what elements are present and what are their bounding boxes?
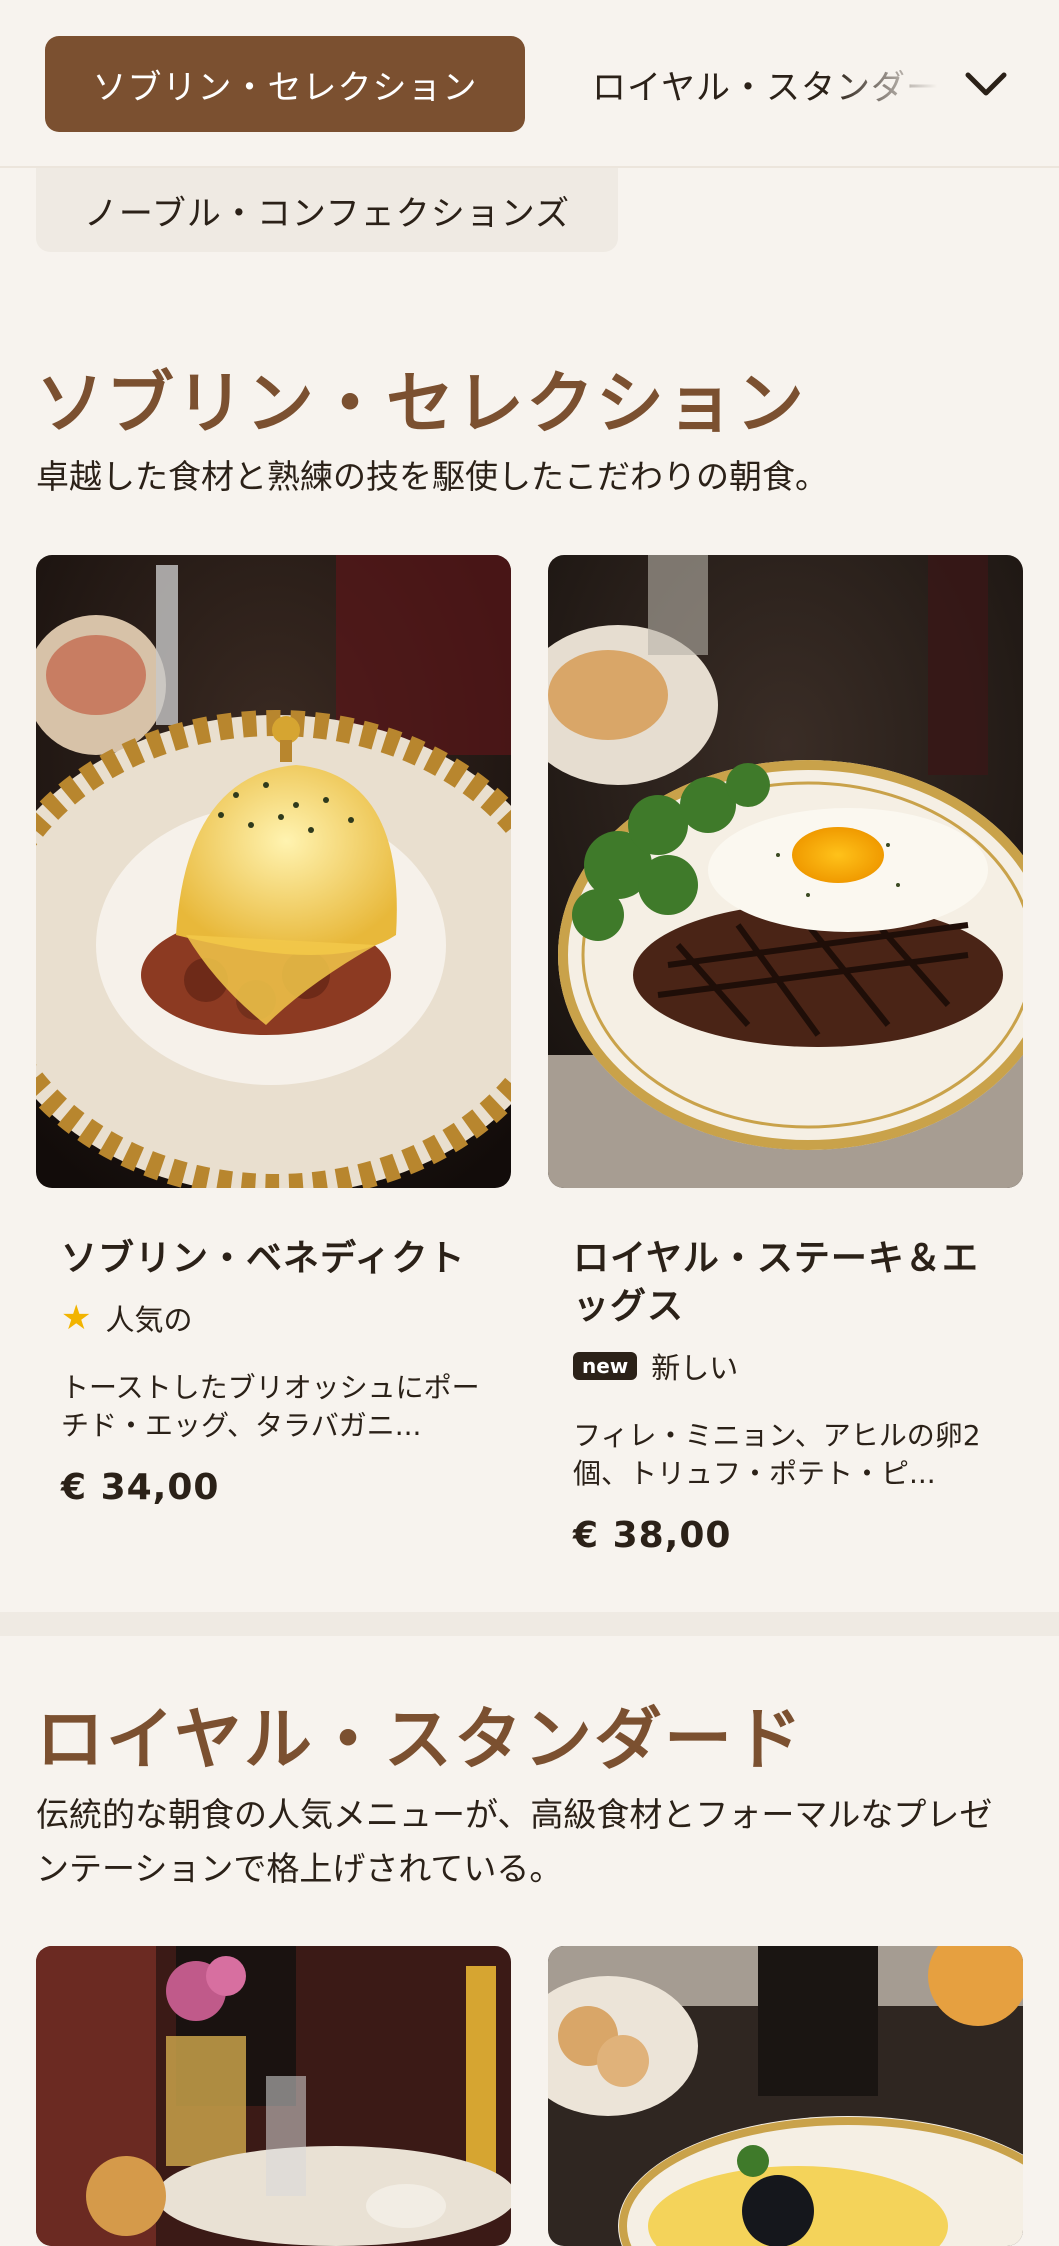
category-tab-bar: ソブリン・セレクション ロイヤル・スタンダード [0, 0, 1059, 168]
section-description: 卓越した食材と熟練の技を駆使したこだわりの朝食。 [36, 457, 828, 496]
tab-sovereign-selection[interactable]: ソブリン・セレクション [45, 36, 525, 132]
item-description: トーストしたブリオッシュにポーチド・エッグ、タラバガニ... [61, 1371, 480, 1442]
item-name: ロイヤル・ステーキ＆エッグス [573, 1238, 979, 1327]
dish-photo-sovereign-benedict [36, 555, 511, 1188]
menu-item-card[interactable]: ロイヤル・ステーキ＆エッグス new 新しい フィレ・ミニョン、アヒルの卵2個、… [548, 555, 1023, 1565]
new-badge: new 新しい [573, 1345, 738, 1387]
section-royal-standard: ロイヤル・スタンダード 伝統的な朝食の人気メニューが、高級食材とフォーマルなプレ… [0, 1636, 1059, 2246]
dish-photo-royal-steak-eggs [548, 555, 1023, 1188]
item-name: ソブリン・ベネディクト [61, 1238, 466, 1279]
badge-label: 新しい [651, 1351, 739, 1385]
item-description: フィレ・ミニョン、アヒルの卵2個、トリュフ・ポテト・ピ... [573, 1419, 981, 1490]
section-sovereign-selection: ソブリン・セレクション 卓越した食材と熟練の技を駆使したこだわりの朝食。 ソブリ… [0, 0, 1059, 1612]
section-divider [0, 1612, 1059, 1636]
section-title: ロイヤル・スタンダード [36, 1701, 804, 1780]
menu-item-card[interactable] [36, 1946, 511, 2246]
menu-item-card[interactable] [548, 1946, 1023, 2246]
new-badge-pill: new [573, 1352, 638, 1380]
tab-royal-standard[interactable]: ロイヤル・スタンダード [592, 36, 937, 132]
badge-label: 人気の [105, 1303, 193, 1337]
dish-photo [36, 1946, 511, 2246]
menu-item-card[interactable]: ソブリン・ベネディクト ★ 人気の トーストしたブリオッシュにポーチド・エッグ、… [36, 555, 511, 1535]
chevron-down-icon[interactable] [960, 58, 1012, 110]
section-description: 伝統的な朝食の人気メニューが、高級食材とフォーマルなプレゼンテーションで格上げさ… [36, 1795, 993, 1888]
dish-photo [548, 1946, 1023, 2246]
popular-badge: ★ 人気の [61, 1297, 193, 1339]
item-price: € 34,00 [61, 1467, 220, 1508]
star-icon: ★ [61, 1298, 92, 1338]
section-title: ソブリン・セレクション [36, 365, 807, 444]
item-price: € 38,00 [573, 1515, 732, 1556]
